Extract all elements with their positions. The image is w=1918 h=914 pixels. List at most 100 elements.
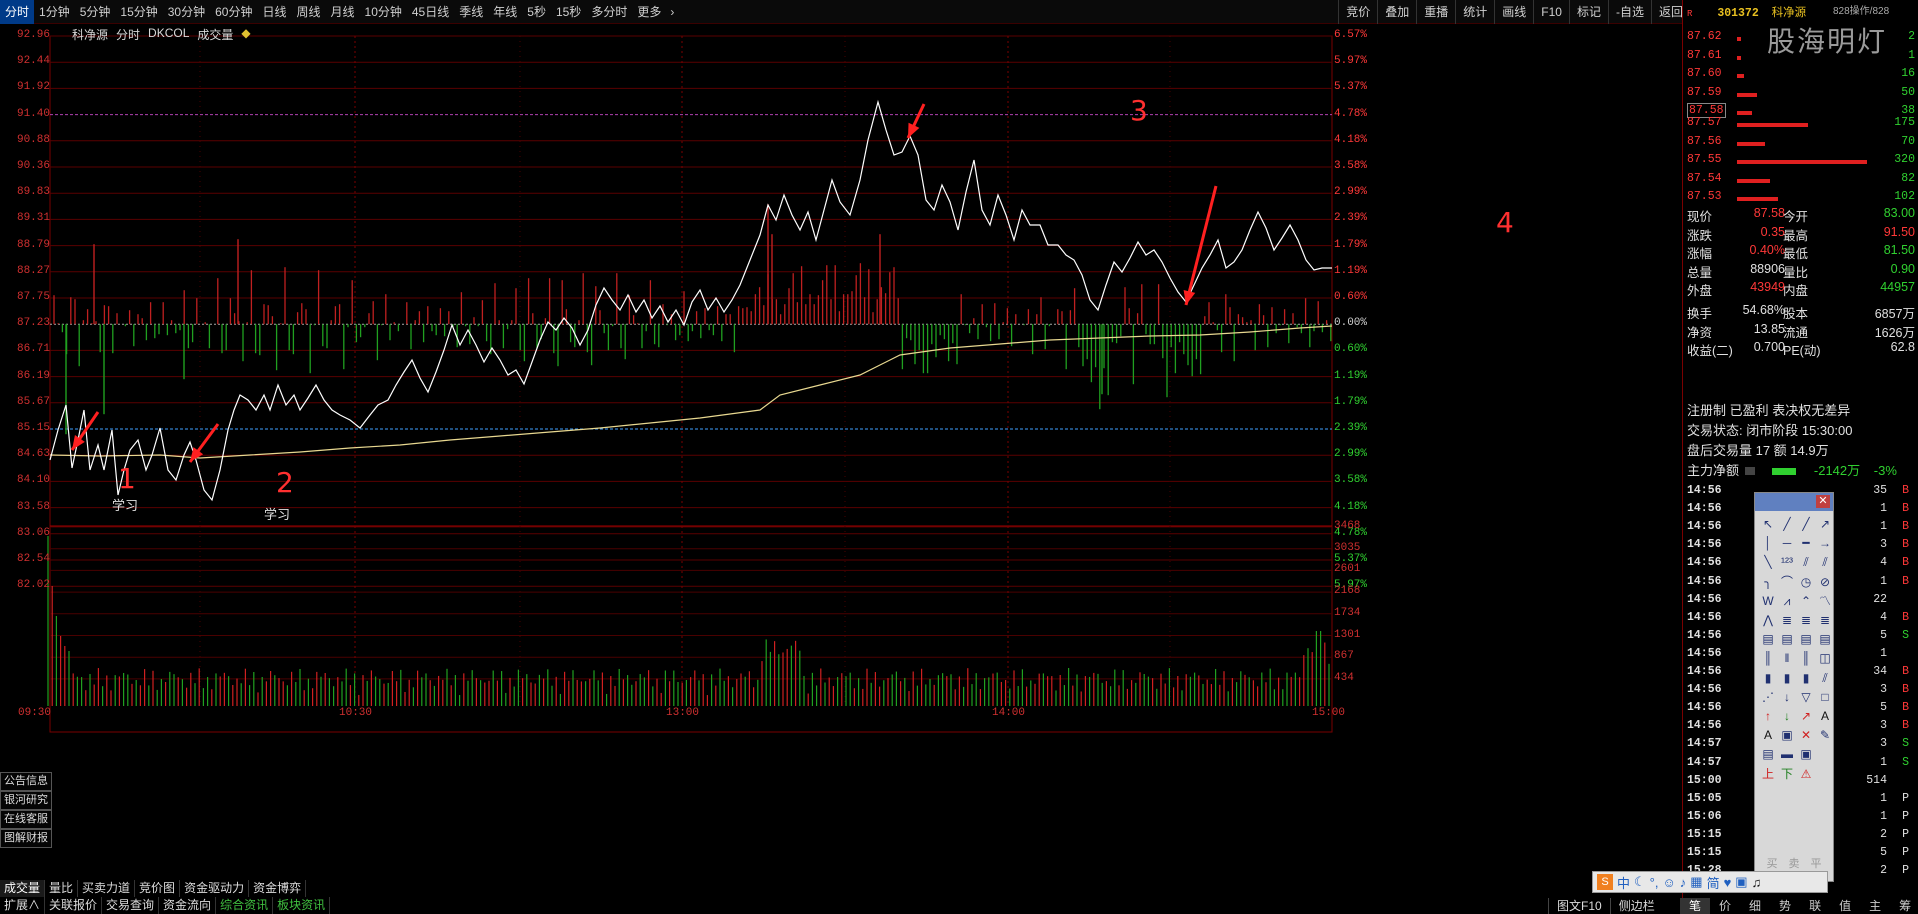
panel-tab[interactable]: 值 [1830, 898, 1860, 914]
cycle3-icon[interactable]: ║ [1797, 649, 1815, 667]
buy-level[interactable]: 87.56 70 [1687, 135, 1915, 153]
bars3-icon[interactable]: ▮ [1797, 669, 1815, 687]
slant-icon[interactable]: ╲ [1759, 553, 1777, 571]
bars-icon[interactable]: ▮ [1759, 669, 1777, 687]
side-tab[interactable]: 图解财报 [0, 829, 52, 848]
text-icon[interactable]: A [1816, 707, 1834, 725]
alert-icon[interactable]: ⚠ [1797, 765, 1815, 783]
timeframe-tab[interactable]: 年线 [488, 0, 522, 24]
timeframe-tab[interactable]: 1分钟 [34, 0, 75, 24]
arrow-line-icon[interactable]: ↗ [1816, 515, 1834, 533]
panel-tab[interactable]: 细 [1740, 898, 1770, 914]
vertical-line-icon[interactable]: │ [1759, 534, 1777, 552]
circle-icon[interactable]: ◷ [1797, 573, 1815, 591]
blank-icon[interactable] [1816, 745, 1834, 763]
punct-icon[interactable]: °, [1650, 875, 1659, 890]
toolbar-button[interactable]: 竞价 [1338, 0, 1377, 24]
wave-icon[interactable]: W [1759, 592, 1777, 610]
save-icon[interactable]: ▬ [1778, 745, 1796, 763]
info-tab[interactable]: 资金流向 [159, 897, 217, 914]
blank2-icon[interactable] [1816, 765, 1834, 783]
hray-icon[interactable]: → [1816, 534, 1834, 552]
text2-icon[interactable]: A [1759, 726, 1777, 744]
down-arrow-icon[interactable]: ↓ [1778, 688, 1796, 706]
side-tab[interactable]: 公告信息 [0, 772, 52, 791]
sell-level[interactable]: 87.60 16 [1687, 67, 1915, 85]
timeframe-tab[interactable]: 多分时 [586, 0, 632, 24]
panel-tab[interactable]: 主 [1860, 898, 1890, 914]
eraser-icon[interactable]: ▣ [1778, 726, 1796, 744]
indicator-tab[interactable]: 买卖力道 [78, 880, 136, 897]
box1-icon[interactable]: ▤ [1759, 630, 1777, 648]
timeframe-tab[interactable]: 5秒 [522, 0, 551, 24]
ime-simplified[interactable]: 简 [1707, 873, 1720, 892]
down-label-icon[interactable]: 下 [1778, 765, 1796, 783]
timeframe-tab[interactable]: 60分钟 [210, 0, 257, 24]
horizontal-line-icon[interactable]: ─ [1778, 534, 1796, 552]
panel-tab[interactable]: 价 [1710, 898, 1740, 914]
timeframe-tab[interactable]: 分时 [0, 0, 35, 24]
ime-logo-icon[interactable]: S [1597, 874, 1613, 890]
box2-icon[interactable]: ▤ [1778, 630, 1796, 648]
status-f10[interactable]: 图文F10 [1548, 898, 1610, 914]
panel-tab[interactable]: 筹 [1890, 898, 1918, 914]
cycle4-icon[interactable]: ◫ [1816, 649, 1834, 667]
ime-lang[interactable]: 中 [1617, 873, 1630, 892]
side-tab[interactable]: 银河研究 [0, 791, 52, 810]
timeframe-tab[interactable]: 15秒 [551, 0, 586, 24]
sell-level[interactable]: 87.61 1 [1687, 49, 1915, 67]
info-tab[interactable]: 扩展∧ [0, 897, 46, 914]
zigzag-icon[interactable]: ⩘ [1778, 592, 1796, 610]
sell-level[interactable]: 87.59 50 [1687, 86, 1915, 104]
bars2-icon[interactable]: ▮ [1778, 669, 1796, 687]
shirt-icon[interactable]: ♥ [1724, 875, 1732, 890]
bars4-icon[interactable]: ⫽ [1816, 669, 1834, 687]
toolbar-button[interactable]: 统计 [1455, 0, 1494, 24]
timeframe-tab[interactable]: 周线 [291, 0, 325, 24]
indicator-tab[interactable]: 量比 [45, 880, 79, 897]
info-tab[interactable]: 板块资讯 [273, 897, 331, 914]
tiktok-icon[interactable]: ♫ [1752, 875, 1762, 890]
frame-icon[interactable]: ▣ [1797, 745, 1815, 763]
timeframe-tab[interactable]: 30分钟 [163, 0, 210, 24]
indicator-tab[interactable]: 成交量 [0, 880, 46, 897]
info-tab[interactable]: 综合资讯 [216, 897, 274, 914]
timeframe-tab[interactable]: 季线 [454, 0, 488, 24]
up-red-icon[interactable]: ↑ [1759, 707, 1777, 725]
doc-icon[interactable]: ▤ [1759, 745, 1777, 763]
price-label-icon[interactable]: ¹²³ [1778, 553, 1796, 571]
fib-icon[interactable]: ≣ [1778, 611, 1796, 629]
delete-icon[interactable]: ✕ [1797, 726, 1815, 744]
toolbar-button[interactable]: F10 [1533, 0, 1569, 24]
box4-icon[interactable]: ▤ [1816, 630, 1834, 648]
toolbar-button[interactable]: 重播 [1416, 0, 1455, 24]
arc-icon[interactable]: ╮ [1759, 573, 1777, 591]
rect-icon[interactable]: □ [1816, 688, 1834, 706]
keyboard-icon[interactable]: ▦ [1690, 874, 1702, 890]
timeframe-tab[interactable]: 15分钟 [115, 0, 162, 24]
main-net-icon[interactable] [1744, 467, 1755, 475]
close-icon[interactable]: ✕ [1816, 495, 1830, 508]
up-label-icon[interactable]: 上 [1759, 765, 1777, 783]
indicator-tab[interactable]: 资金博弈 [249, 880, 307, 897]
timeframe-tab[interactable]: 日线 [257, 0, 291, 24]
line-red-icon[interactable]: ↗ [1797, 707, 1815, 725]
emoji-icon[interactable]: ☺ [1662, 875, 1675, 890]
polyline-icon[interactable]: ⌃ [1797, 592, 1815, 610]
line-icon[interactable]: ╱ [1778, 515, 1796, 533]
parallel-icon[interactable]: ⫽ [1797, 553, 1815, 571]
toolbar-button[interactable]: 标记 [1568, 0, 1608, 24]
timeframe-tab[interactable]: 更多 [632, 0, 666, 24]
info-tab[interactable]: 交易查询 [102, 897, 160, 914]
channel-icon[interactable]: ⫽ [1816, 553, 1834, 571]
timeframe-tab[interactable]: 45日线 [407, 0, 454, 24]
panel-tab[interactable]: 笔 [1680, 898, 1711, 914]
ray-icon[interactable]: ╱ [1797, 515, 1815, 533]
indicator-tab[interactable]: 资金驱动力 [180, 880, 250, 897]
segment-icon[interactable]: ━ [1797, 534, 1815, 552]
toolbar-button[interactable]: 画线 [1494, 0, 1533, 24]
buy-level[interactable]: 87.54 82 [1687, 172, 1915, 190]
down-green-icon[interactable]: ↓ [1778, 707, 1796, 725]
timeframe-tab[interactable]: 10分钟 [360, 0, 407, 24]
buy-level[interactable]: 87.57 175 [1687, 116, 1915, 134]
